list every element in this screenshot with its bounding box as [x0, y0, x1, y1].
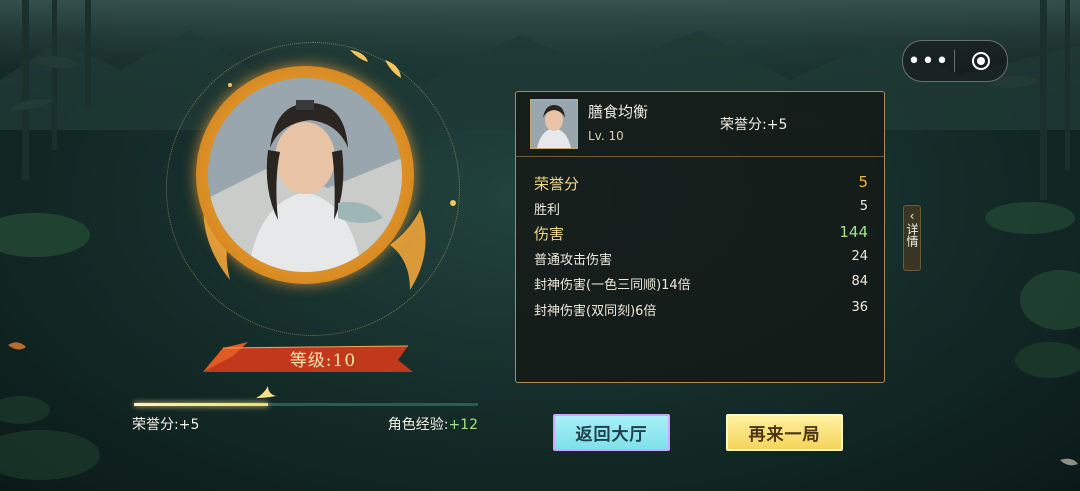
stat-value: 84 — [851, 274, 868, 289]
close-target-icon — [972, 52, 990, 70]
stat-row-god-damage-1: 封神伤害(一色三同顺)14倍 84 — [534, 274, 868, 293]
header-honor: 荣誉分:+5 — [720, 117, 788, 133]
player-level: Lv. 10 — [588, 129, 624, 143]
stat-value: 5 — [859, 199, 868, 214]
player-name: 膳食均衡 — [588, 103, 649, 121]
stat-row-god-damage-2: 封神伤害(双同刻)6倍 36 — [534, 300, 868, 319]
hero-portrait-frame — [166, 40, 470, 340]
return-lobby-button[interactable]: 返回大厅 — [553, 414, 670, 451]
honor-gain-label: 荣誉分: — [132, 417, 179, 433]
hero-portrait — [208, 78, 402, 272]
stat-value: 5 — [858, 173, 868, 191]
result-panel: 膳食均衡 Lv. 10 荣誉分:+5 荣誉分 5 胜利 5 伤害 144 普通攻… — [515, 91, 885, 383]
level-banner: 等级:10 — [203, 342, 413, 374]
honor-gain: 荣誉分:+5 — [132, 414, 199, 434]
player-avatar — [530, 99, 578, 149]
experience-progress-fill — [134, 403, 269, 406]
stat-row-honor: 荣誉分 5 — [534, 173, 868, 194]
stat-label: 封神伤害(双同刻)6倍 — [534, 304, 657, 319]
player-header: 膳食均衡 Lv. 10 荣誉分:+5 — [516, 92, 884, 157]
experience-progress-bar — [134, 403, 478, 406]
stat-value: 144 — [839, 223, 868, 241]
stat-label: 伤害 — [534, 225, 565, 243]
level-label: 等级:10 — [289, 351, 357, 371]
stat-label: 荣誉分 — [534, 175, 580, 193]
details-tab-label: 详情 — [905, 223, 919, 247]
exp-gain-label: 角色经验: — [387, 417, 449, 433]
chevron-left-icon: ‹ — [909, 209, 915, 223]
close-button[interactable] — [955, 41, 1007, 81]
exp-gain-value: +12 — [448, 417, 478, 433]
honor-gain-value: +5 — [178, 417, 200, 433]
exp-gain: 角色经验:+12 — [388, 414, 478, 434]
stat-row-normal-damage: 普通攻击伤害 24 — [534, 249, 868, 268]
stat-row-wins: 胜利 5 — [534, 199, 868, 218]
play-again-button[interactable]: 再来一局 — [726, 414, 843, 451]
stat-value: 24 — [851, 249, 868, 264]
stat-label: 普通攻击伤害 — [534, 253, 613, 268]
stat-value: 36 — [851, 300, 868, 315]
stat-label: 封神伤害(一色三同顺)14倍 — [534, 278, 691, 293]
stat-row-damage: 伤害 144 — [534, 223, 868, 244]
stat-label: 胜利 — [534, 203, 561, 218]
mini-program-capsule: ••• — [902, 40, 1008, 82]
details-tab[interactable]: ‹ 详情 — [903, 205, 921, 271]
more-options-button[interactable]: ••• — [903, 41, 954, 81]
bird-marker-icon — [256, 386, 276, 398]
